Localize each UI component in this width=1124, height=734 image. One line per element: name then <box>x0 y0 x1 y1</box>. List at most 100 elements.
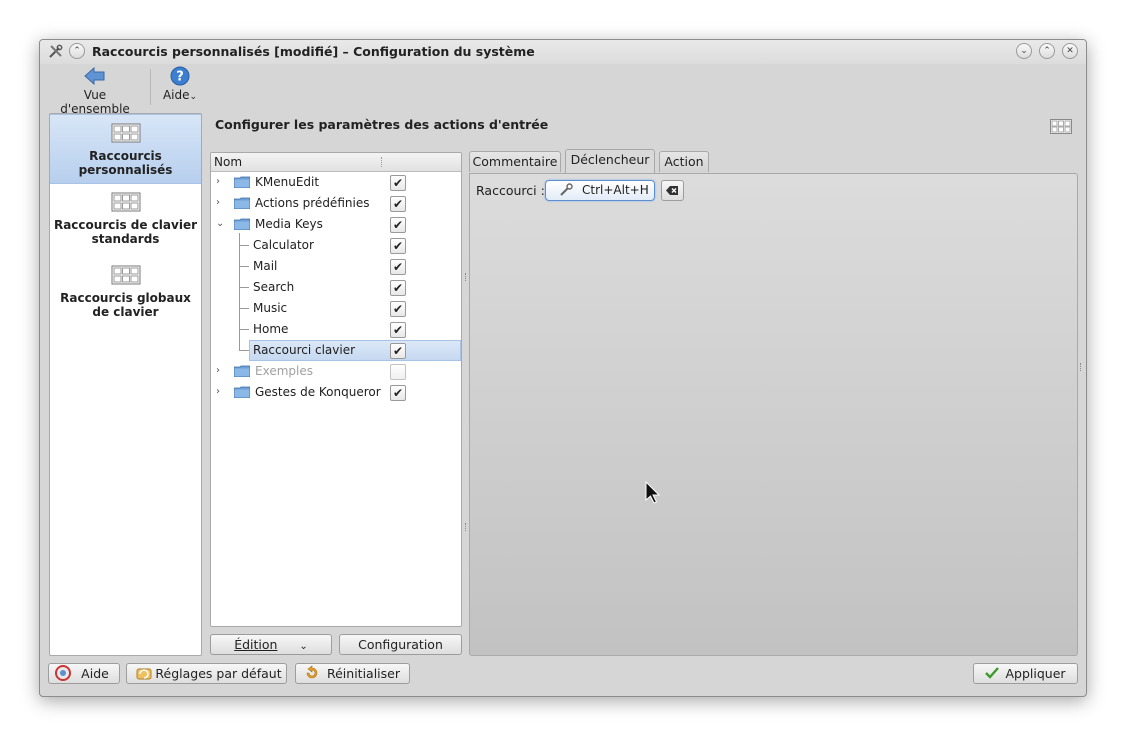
apply-button[interactable]: Appliquer <box>973 663 1078 684</box>
tree-row-search[interactable]: Search ✔ <box>211 277 461 298</box>
tab-comment[interactable]: Commentaire <box>469 151 561 172</box>
toolbar: Vue d'ensemble ? Aide⌄ <box>40 64 1086 116</box>
tree-row-label: Music <box>253 301 288 315</box>
shortcut-label: Raccourci : <box>476 183 545 198</box>
tree-row-label: Exemples <box>255 364 313 378</box>
tree-column-header[interactable]: Nom <box>211 153 461 172</box>
tree-row-label: Gestes de Konqueror <box>255 385 381 399</box>
enabled-checkbox[interactable]: ✔ <box>390 385 406 401</box>
checkmark-icon <box>985 667 999 679</box>
back-arrow-icon <box>84 66 105 86</box>
mouse-cursor-icon <box>645 481 661 504</box>
restore-defaults-icon <box>136 668 152 680</box>
splitter-handle[interactable] <box>1080 363 1083 371</box>
sidebar-item-label: Raccourcis globaux de clavier <box>60 291 191 319</box>
column-resize-handle[interactable] <box>381 157 384 167</box>
sidebar-item-global-shortcuts[interactable]: Raccourcis globaux de clavier <box>50 265 201 333</box>
tree-row-keyboard-shortcut[interactable]: Raccourci clavier ✔ <box>211 340 461 361</box>
configuration-button[interactable]: Configuration <box>339 634 462 655</box>
folder-icon <box>234 197 250 209</box>
tree-row-examples[interactable]: › Exemples <box>211 361 461 382</box>
minimize-button[interactable]: ⌄ <box>1016 43 1032 59</box>
help-label: Aide <box>162 88 190 102</box>
tree-row-konqueror-gestures[interactable]: › Gestes de Konqueror ✔ <box>211 382 461 403</box>
configuration-button-label: Configuration <box>358 637 443 652</box>
tree-row-label: Media Keys <box>255 217 323 231</box>
tree-row-label: Actions prédéfinies <box>255 196 370 210</box>
tree-row-label: Calculator <box>253 238 314 252</box>
sidebar-item-label: Raccourcis de clavier standards <box>53 218 198 246</box>
trigger-tab-panel: Raccourci : Ctrl+Alt+H <box>469 173 1078 656</box>
enabled-checkbox[interactable]: ✔ <box>390 196 406 212</box>
help-menu-button[interactable]: ? Aide⌄ <box>162 66 198 102</box>
folder-icon <box>234 176 250 188</box>
tab-action[interactable]: Action <box>659 151 709 172</box>
tree-row-media-keys[interactable]: ⌄ Media Keys ✔ <box>211 214 461 235</box>
enabled-checkbox[interactable]: ✔ <box>390 238 406 254</box>
shortcut-capture-button[interactable]: Ctrl+Alt+H <box>545 180 655 201</box>
tab-trigger[interactable]: Déclencheur <box>565 149 655 173</box>
enabled-checkbox[interactable]: ✔ <box>390 301 406 317</box>
edit-button-label: Édition <box>234 637 278 652</box>
tree-row-label: Raccourci clavier <box>253 343 356 357</box>
help-button[interactable]: Aide <box>48 663 120 684</box>
expand-arrow-icon[interactable]: › <box>216 365 220 376</box>
tab-label: Commentaire <box>472 154 558 169</box>
enabled-checkbox[interactable]: ✔ <box>390 259 406 275</box>
expand-arrow-icon[interactable]: › <box>216 386 220 397</box>
reset-button[interactable]: Réinitialiser <box>295 663 410 684</box>
tree-branch-line <box>239 329 249 330</box>
keyboard-icon <box>1050 119 1072 134</box>
help-button-label: Aide <box>81 666 109 681</box>
keyboard-icon <box>111 123 140 143</box>
maximize-button[interactable]: ⌃ <box>1039 43 1055 59</box>
folder-icon <box>234 218 250 230</box>
tree-branch-line <box>239 308 249 309</box>
enabled-checkbox[interactable] <box>390 364 406 380</box>
actions-tree[interactable]: Nom › KMenuEdit ✔ › Actions prédéfinies … <box>210 152 462 627</box>
expand-arrow-icon[interactable]: › <box>216 197 220 208</box>
tree-row-label: Home <box>253 322 289 336</box>
help-icon <box>55 665 71 681</box>
tree-row-mail[interactable]: Mail ✔ <box>211 256 461 277</box>
close-button[interactable]: ✕ <box>1062 43 1078 59</box>
tree-row-music[interactable]: Music ✔ <box>211 298 461 319</box>
sidebar-item-custom-shortcuts[interactable]: Raccourcis personnalisés <box>50 114 201 184</box>
overview-button[interactable]: Vue d'ensemble <box>49 66 141 116</box>
enabled-checkbox[interactable]: ✔ <box>390 280 406 296</box>
title-bar: ⌃ Raccourcis personnalisés [modifié] – C… <box>40 40 1086 64</box>
window-title: Raccourcis personnalisés [modifié] – Con… <box>92 44 535 59</box>
tree-row-label: Mail <box>253 259 278 273</box>
sidebar-item-standard-shortcuts[interactable]: Raccourcis de clavier standards <box>50 192 201 260</box>
enabled-checkbox[interactable]: ✔ <box>390 175 406 191</box>
apply-button-label: Appliquer <box>1005 666 1066 681</box>
keyboard-icon <box>111 265 140 285</box>
tree-row-kmenuedit[interactable]: › KMenuEdit ✔ <box>211 172 461 193</box>
overview-label: Vue d'ensemble <box>60 88 130 116</box>
tree-row-predefined-actions[interactable]: › Actions prédéfinies ✔ <box>211 193 461 214</box>
sidebar-item-label: Raccourcis personnalisés <box>78 149 173 177</box>
splitter-handle[interactable] <box>465 273 468 281</box>
expand-arrow-icon[interactable]: › <box>216 176 220 187</box>
clear-shortcut-button[interactable] <box>661 180 684 201</box>
tree-row-calculator[interactable]: Calculator ✔ <box>211 235 461 256</box>
defaults-button-label: Réglages par défaut <box>155 666 282 681</box>
enabled-checkbox[interactable]: ✔ <box>390 217 406 233</box>
tab-label: Déclencheur <box>570 152 650 167</box>
keyboard-icon <box>111 192 140 212</box>
edit-menu-button[interactable]: Édition ⌄ <box>210 634 332 655</box>
enabled-checkbox[interactable]: ✔ <box>390 343 406 359</box>
tree-row-label: KMenuEdit <box>255 175 320 189</box>
reset-button-label: Réinitialiser <box>326 666 400 681</box>
collapse-arrow-icon[interactable]: ⌄ <box>216 218 224 229</box>
chevron-down-icon: ⌄ <box>189 92 198 102</box>
tree-row-home[interactable]: Home ✔ <box>211 319 461 340</box>
enabled-checkbox[interactable]: ✔ <box>390 322 406 338</box>
defaults-button[interactable]: Réglages par défaut <box>126 663 287 684</box>
sidebar: Raccourcis personnalisés Raccourcis de c… <box>49 113 202 656</box>
window-menu-icon[interactable]: ⌃ <box>69 43 85 59</box>
tree-branch-line <box>239 350 249 351</box>
clear-icon <box>666 186 678 195</box>
tools-icon[interactable] <box>47 43 63 59</box>
splitter-handle[interactable] <box>465 523 468 531</box>
